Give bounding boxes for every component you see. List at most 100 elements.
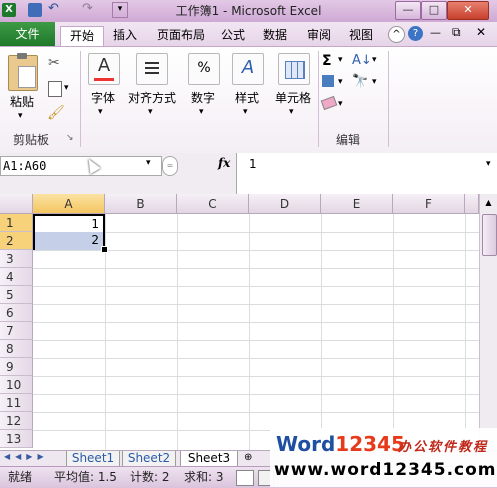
window-minimize-icon[interactable]: —	[430, 26, 441, 39]
sort-filter-icon[interactable]: A↓	[352, 53, 372, 68]
sheet-tab-1[interactable]: Sheet1	[66, 451, 120, 467]
tab-insert[interactable]: 插入	[106, 26, 144, 46]
copy-dropdown-icon[interactable]: ▾	[64, 83, 69, 93]
window-restore-icon[interactable]: ⧉	[452, 25, 461, 40]
status-count: 计数: 2	[130, 470, 170, 484]
name-box-dropdown-icon[interactable]: ▾	[146, 158, 151, 168]
find-select-icon[interactable]: 🔭	[352, 74, 368, 89]
autosum-icon[interactable]: Σ	[322, 53, 332, 69]
clipboard-launcher-icon[interactable]: ↘	[66, 133, 74, 143]
minimize-button[interactable]: —	[395, 1, 421, 20]
help-icon[interactable]: ?	[408, 26, 423, 41]
status-ready: 就绪	[8, 470, 33, 484]
worksheet-grid[interactable]: A B C D E F 1 2 3 4 5 6 7 8 9 10 11 12 1…	[0, 194, 497, 450]
cells-button[interactable]: 单元格	[270, 89, 316, 106]
row-header-12[interactable]: 12	[0, 412, 33, 430]
fill-icon[interactable]	[322, 75, 334, 87]
tab-data[interactable]: 数据	[258, 26, 292, 46]
cells-icon[interactable]	[278, 53, 310, 85]
cell-a1[interactable]: 1	[37, 217, 99, 231]
sheet-tab-3[interactable]: Sheet3	[180, 451, 238, 467]
row-header-13[interactable]: 13	[0, 430, 33, 448]
select-all-button[interactable]	[0, 194, 33, 214]
close-button[interactable]: ✕	[447, 1, 489, 20]
grid-line	[33, 358, 479, 359]
column-header-d[interactable]: D	[249, 194, 321, 214]
column-header-g[interactable]	[465, 194, 479, 214]
sheet-tab-2[interactable]: Sheet2	[122, 451, 176, 467]
row-header-4[interactable]: 4	[0, 268, 33, 286]
insert-sheet-icon[interactable]: ⊕	[244, 452, 252, 463]
scroll-thumb[interactable]	[482, 214, 497, 256]
column-header-a[interactable]: A	[33, 194, 105, 214]
clear-dropdown-icon[interactable]: ▾	[338, 99, 343, 109]
row-header-11[interactable]: 11	[0, 394, 33, 412]
grid-line	[33, 286, 479, 287]
tab-review[interactable]: 审阅	[302, 26, 336, 46]
column-header-c[interactable]: C	[177, 194, 249, 214]
alignment-button[interactable]: 对齐方式	[124, 89, 180, 106]
selection-range[interactable]: 1 2	[33, 214, 108, 253]
formula-input[interactable]: 1	[236, 153, 497, 194]
row-header-2[interactable]: 2	[0, 232, 33, 250]
insert-function-button[interactable]: fx	[218, 156, 230, 170]
cell-a2[interactable]: 2	[37, 233, 99, 247]
column-header-e[interactable]: E	[321, 194, 393, 214]
grid-line	[33, 394, 479, 395]
tab-formulas[interactable]: 公式	[216, 26, 250, 46]
formula-input-value: 1	[249, 157, 257, 171]
grid-line	[33, 322, 479, 323]
paste-dropdown-icon[interactable]: ▾	[18, 111, 23, 121]
grid-line	[33, 250, 479, 251]
number-format-icon[interactable]: %	[188, 53, 220, 85]
styles-icon[interactable]: A	[232, 53, 264, 85]
row-header-3[interactable]: 3	[0, 250, 33, 268]
alignment-dropdown-icon: ▾	[148, 107, 153, 117]
cut-icon[interactable]: ✂	[48, 55, 60, 71]
ribbon-tab-bar: 文件 开始 插入 页面布局 公式 数据 审阅 视图 ^ ? — ⧉ ✕	[0, 22, 497, 47]
maximize-button[interactable]: □	[421, 1, 447, 20]
number-button[interactable]: 数字	[184, 89, 222, 106]
column-header-b[interactable]: B	[105, 194, 177, 214]
row-header-6[interactable]: 6	[0, 304, 33, 322]
row-header-8[interactable]: 8	[0, 340, 33, 358]
tab-page-layout[interactable]: 页面布局	[150, 26, 212, 46]
scroll-up-icon[interactable]: ▲	[482, 196, 495, 209]
formula-bar-resize-icon[interactable]: =	[162, 156, 178, 176]
sheet-navigation-icon[interactable]: ◀◀▶▶	[4, 452, 49, 461]
sort-filter-dropdown-icon[interactable]: ▾	[372, 55, 377, 65]
tab-view[interactable]: 视图	[344, 26, 378, 46]
alignment-icon[interactable]	[136, 53, 168, 85]
tab-file[interactable]: 文件	[0, 22, 55, 46]
font-button[interactable]: 字体	[84, 89, 122, 106]
format-painter-icon[interactable]: 🖌	[47, 105, 65, 121]
watermark-logo: Word12345 办公软件教程 www.word12345.com	[270, 428, 497, 487]
font-icon[interactable]: A	[88, 53, 120, 85]
normal-view-icon[interactable]	[236, 470, 254, 486]
row-header-1[interactable]: 1	[0, 214, 33, 232]
column-header-f[interactable]: F	[393, 194, 465, 214]
tab-home[interactable]: 开始	[60, 26, 104, 47]
paste-icon[interactable]	[8, 53, 38, 91]
row-header-10[interactable]: 10	[0, 376, 33, 394]
window-close-icon[interactable]: ✕	[476, 25, 486, 39]
find-select-dropdown-icon[interactable]: ▾	[372, 77, 377, 87]
cells-dropdown-icon: ▾	[289, 107, 294, 117]
row-header-7[interactable]: 7	[0, 322, 33, 340]
autosum-dropdown-icon[interactable]: ▾	[338, 55, 343, 65]
styles-button[interactable]: 样式	[228, 89, 266, 106]
fill-handle[interactable]	[101, 246, 108, 253]
grid-line	[33, 412, 479, 413]
group-separator	[318, 51, 319, 147]
clear-icon[interactable]	[320, 95, 338, 111]
ribbon: 粘贴 ▾ ✂ ▾ 🖌 剪贴板 ↘ A 字体 ▾ 对齐方式 ▾ % 数字 ▾ A …	[0, 46, 497, 154]
row-header-5[interactable]: 5	[0, 286, 33, 304]
fill-dropdown-icon[interactable]: ▾	[338, 77, 343, 87]
name-box[interactable]: A1:A60	[0, 156, 162, 176]
paste-button[interactable]: 粘贴	[4, 93, 40, 110]
copy-icon[interactable]	[48, 81, 62, 97]
collapse-ribbon-icon[interactable]: ^	[388, 26, 405, 43]
vertical-scrollbar[interactable]: ▲	[479, 194, 497, 450]
expand-formula-bar-icon[interactable]: ▾	[486, 159, 491, 169]
row-header-9[interactable]: 9	[0, 358, 33, 376]
